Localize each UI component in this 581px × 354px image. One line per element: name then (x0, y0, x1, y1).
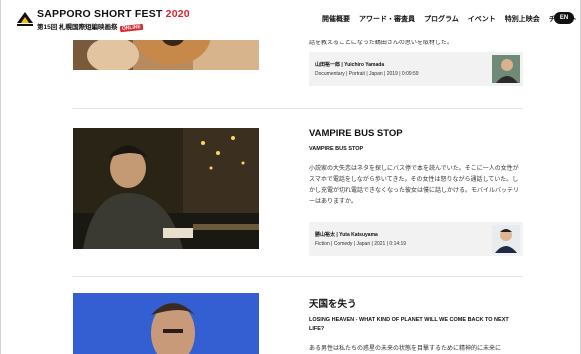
film-meta: Documentary | Portrait | Japan | 2019 | … (315, 71, 419, 77)
logo-subtitle: 第15回 札幌国際短編映画祭 ONLINE (37, 23, 143, 33)
online-badge: ONLINE (119, 23, 143, 33)
film-2-credit-card: 勝山裕太 | Yuta Katsuyama Fiction | Comedy |… (309, 222, 523, 256)
film-thumbnail-vampire-bus-stop[interactable] (73, 128, 259, 249)
nav-events[interactable]: イベント (468, 14, 496, 24)
section-divider (73, 108, 523, 109)
film-3-info: 天国を失う LOSING HEAVEN - WHAT KIND OF PLANE… (309, 296, 524, 354)
film-title[interactable]: 天国を失う (309, 296, 524, 310)
film-english-title: LOSING HEAVEN - WHAT KIND OF PLANET WILL… (309, 317, 509, 332)
site-header: SAPPORO SHORT FEST 2020 第15回 札幌国際短編映画祭 ON… (1, 0, 580, 40)
film-meta: Fiction | Comedy | Japan | 2021 | 0:14:1… (315, 241, 407, 247)
director-portrait-image (492, 55, 520, 83)
bus-stop-scene-image (73, 128, 259, 249)
film-thumbnail-losing-heaven[interactable] (73, 293, 259, 354)
festival-logo-icon (17, 12, 33, 26)
page-frame: SAPPORO SHORT FEST 2020 第15回 札幌国際短編映画祭 ON… (0, 0, 581, 354)
nav-awards-jury[interactable]: アワード・審査員 (359, 14, 415, 24)
film-title[interactable]: VAMPIRE BUS STOP (309, 128, 524, 139)
language-toggle-button[interactable]: EN (554, 12, 574, 24)
section-divider (73, 276, 523, 277)
director-portrait-image (492, 225, 520, 253)
film-english-title: VAMPIRE BUS STOP (309, 146, 364, 152)
film-description: ある男性は私たちの惑星の未来の状態を目撃するために精神的に未来に (309, 346, 502, 352)
man-portrait-scene-image (73, 293, 259, 354)
site-logo[interactable]: SAPPORO SHORT FEST 2020 第15回 札幌国際短編映画祭 ON… (15, 8, 190, 33)
film-1-credit-card: 山田裕一郎 | Yuichiro Yamada Documentary | Po… (309, 52, 523, 86)
nav-special-screening[interactable]: 特別上映会 (505, 14, 540, 24)
nav-program[interactable]: プログラム (424, 14, 459, 24)
director-name: 勝山裕太 | Yuta Katsuyama (315, 232, 378, 238)
film-2-info: VAMPIRE BUS STOP VAMPIRE BUS STOP 小説家の大失… (309, 128, 524, 208)
nav-about[interactable]: 開催概要 (322, 14, 350, 24)
main-nav: 開催概要 アワード・審査員 プログラム イベント 特別上映会 チケット (322, 14, 577, 24)
logo-title: SAPPORO SHORT FEST 2020 (37, 8, 190, 20)
director-name: 山田裕一郎 | Yuichiro Yamada (315, 62, 385, 68)
film-description: 小説家の大失恋はネタを探しにバス停で本を読んでいた。そこに一人の女性がスマホで電… (309, 166, 520, 205)
